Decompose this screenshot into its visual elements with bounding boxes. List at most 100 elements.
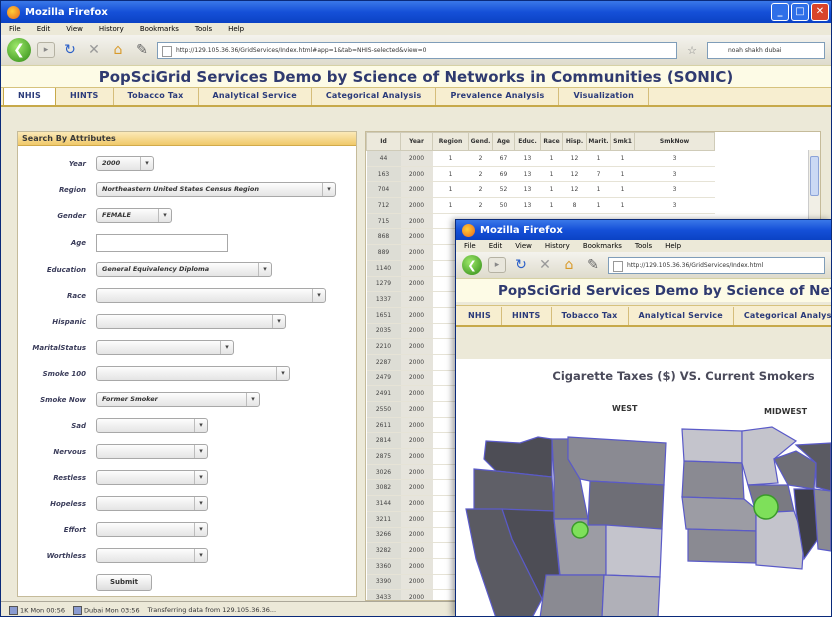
table-cell: 3282 — [366, 542, 401, 559]
column-header[interactable]: Region — [432, 132, 469, 151]
minimize-button[interactable]: _ — [771, 3, 789, 21]
back-arrow-icon[interactable]: ❮ — [7, 38, 31, 62]
race-select[interactable] — [96, 288, 326, 303]
address-bar[interactable]: http://129.105.36.36/GridServices/Index.… — [157, 41, 677, 59]
menu-edit[interactable]: Edit — [489, 242, 503, 250]
bookmark-icon[interactable]: ✎ — [584, 257, 602, 273]
column-header[interactable]: Smk1 — [610, 132, 635, 151]
smoke-now-select[interactable]: Former Smoker — [96, 392, 260, 407]
column-header[interactable]: Age — [492, 132, 515, 151]
tab-hints[interactable]: HINTS — [502, 307, 552, 325]
menu-bookmarks[interactable]: Bookmarks — [140, 25, 179, 33]
education-select[interactable]: General Equivalency Diploma — [96, 262, 272, 277]
column-header[interactable]: Race — [540, 132, 563, 151]
stop-icon[interactable]: ✕ — [85, 42, 103, 58]
window-titlebar[interactable]: Mozilla Firefox — [456, 220, 831, 240]
hispanic-select[interactable] — [96, 314, 286, 329]
data-bubble-utah — [571, 521, 589, 539]
menu-help[interactable]: Help — [665, 242, 681, 250]
restless-select[interactable] — [96, 470, 208, 485]
menu-history[interactable]: History — [545, 242, 570, 250]
table-row[interactable]: 704 2000 1 2 52 13 1 12 1 1 3 — [366, 181, 715, 199]
home-icon[interactable]: ⌂ — [560, 257, 578, 273]
tab-categorical-analysis[interactable]: Categorical Analysis — [734, 307, 831, 325]
close-button[interactable]: ✕ — [811, 3, 829, 21]
table-cell: 1 — [586, 181, 611, 199]
column-header[interactable]: Marit. — [586, 132, 611, 151]
menu-file[interactable]: File — [464, 242, 476, 250]
table-cell: 12 — [562, 166, 587, 183]
hopeless-select[interactable] — [96, 496, 208, 511]
tab-prevalence-analysis[interactable]: Prevalence Analysis — [436, 88, 560, 105]
menu-edit[interactable]: Edit — [37, 25, 51, 33]
table-cell: 2287 — [366, 354, 401, 371]
table-cell: 13 — [514, 150, 541, 167]
menu-tools[interactable]: Tools — [195, 25, 212, 33]
maximize-button[interactable]: □ — [791, 3, 809, 21]
menu-view[interactable]: View — [515, 242, 532, 250]
window-titlebar[interactable]: Mozilla Firefox _ □ ✕ — [1, 1, 831, 23]
table-cell: 3 — [634, 181, 715, 199]
worthless-select[interactable] — [96, 548, 208, 563]
field-label: Education — [46, 265, 86, 274]
menu-bookmarks[interactable]: Bookmarks — [583, 242, 622, 250]
column-header[interactable]: Year — [400, 132, 433, 151]
tab-analytical-service[interactable]: Analytical Service — [629, 307, 734, 325]
table-cell: 3 — [634, 150, 715, 167]
tab-tobacco-tax[interactable]: Tobacco Tax — [114, 88, 199, 105]
region-select[interactable]: Northeastern United States Census Region — [96, 182, 336, 197]
column-header[interactable]: Id — [366, 132, 401, 151]
column-header[interactable]: Gend. — [468, 132, 493, 151]
home-icon[interactable]: ⌂ — [109, 42, 127, 58]
tab-nhis[interactable]: NHIS — [458, 307, 502, 325]
column-header[interactable]: SmkNow — [634, 132, 715, 151]
table-cell: 2814 — [366, 432, 401, 450]
tab-hints[interactable]: HINTS — [56, 88, 114, 105]
field-label: Region — [59, 185, 86, 194]
reload-icon[interactable]: ↻ — [61, 42, 79, 58]
table-cell: 2611 — [366, 417, 401, 434]
menu-tools[interactable]: Tools — [635, 242, 652, 250]
field-hopeless: Hopeless — [18, 496, 208, 511]
table-cell: 2000 — [400, 291, 433, 308]
table-cell: 7 — [586, 166, 611, 183]
menu-help[interactable]: Help — [228, 25, 244, 33]
smoke-100-select[interactable] — [96, 366, 290, 381]
status-clock-1: 1K Mon 00:56 — [9, 605, 65, 615]
age-input[interactable] — [96, 234, 228, 252]
state-nebraska — [681, 496, 757, 532]
stop-icon[interactable]: ✕ — [536, 257, 554, 273]
bookmark-icon[interactable]: ✎ — [133, 42, 151, 58]
table-cell: 1 — [586, 197, 611, 214]
column-header[interactable]: Educ. — [514, 132, 541, 151]
address-bar[interactable]: http://129.105.36.36/GridServices/Index.… — [608, 256, 825, 274]
scrollbar-thumb[interactable] — [810, 156, 819, 196]
nervous-select[interactable] — [96, 444, 208, 459]
field-education: Education General Equivalency Diploma — [18, 262, 272, 277]
forward-arrow-icon[interactable]: ▸ — [37, 42, 55, 58]
table-row[interactable]: 44 2000 1 2 67 13 1 12 1 1 3 — [366, 150, 715, 167]
menu-view[interactable]: View — [66, 25, 83, 33]
effort-select[interactable] — [96, 522, 208, 537]
forward-arrow-icon[interactable]: ▸ — [488, 257, 506, 273]
tab-analytical-service[interactable]: Analytical Service — [199, 88, 312, 105]
submit-button[interactable]: Submit — [96, 574, 152, 591]
tab-nhis[interactable]: NHIS — [3, 88, 56, 105]
star-icon[interactable]: ☆ — [683, 44, 701, 57]
marital-status-select[interactable] — [96, 340, 234, 355]
table-row[interactable]: 712 2000 1 2 50 13 1 8 1 1 3 — [366, 197, 715, 214]
back-arrow-icon[interactable]: ❮ — [462, 255, 482, 275]
menu-history[interactable]: History — [99, 25, 124, 33]
field-label: Age — [70, 239, 86, 247]
table-row[interactable]: 163 2000 1 2 69 13 1 12 7 1 3 — [366, 166, 715, 183]
column-header[interactable]: Hisp. — [562, 132, 587, 151]
menu-file[interactable]: File — [9, 25, 21, 33]
sad-select[interactable] — [96, 418, 208, 433]
year-select[interactable]: 2000 — [96, 156, 154, 171]
gender-select[interactable]: FEMALE — [96, 208, 172, 223]
tab-categorical-analysis[interactable]: Categorical Analysis — [312, 88, 437, 105]
reload-icon[interactable]: ↻ — [512, 257, 530, 273]
tab-visualization[interactable]: Visualization — [559, 88, 649, 105]
tab-tobacco-tax[interactable]: Tobacco Tax — [552, 307, 629, 325]
search-input[interactable]: noah shakh dubai — [707, 41, 825, 59]
